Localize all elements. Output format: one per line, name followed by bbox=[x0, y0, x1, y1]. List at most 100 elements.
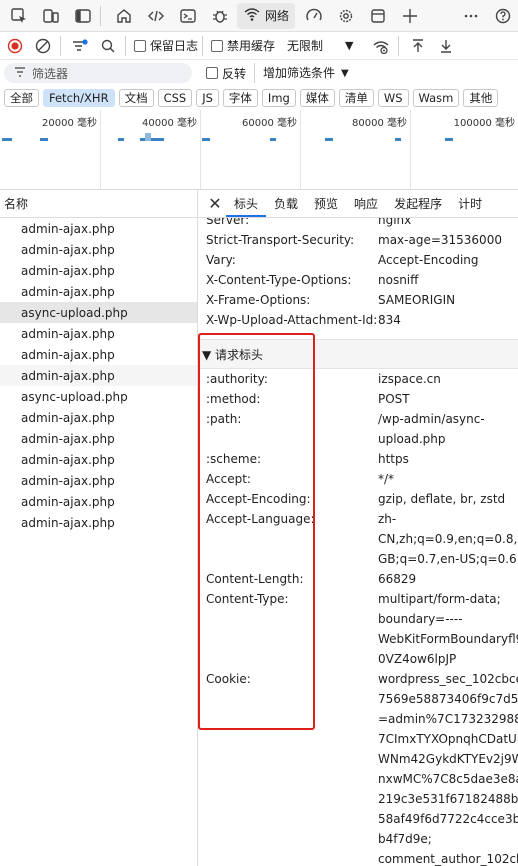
header-name: Cookie: bbox=[206, 672, 251, 686]
request-row[interactable]: admin-ajax.php bbox=[0, 512, 197, 533]
request-row[interactable]: admin-ajax.php bbox=[0, 239, 197, 260]
network-icon bbox=[243, 5, 261, 26]
upload-icon[interactable] bbox=[405, 33, 431, 59]
filter-input[interactable]: 筛选器 bbox=[4, 63, 192, 83]
record-icon[interactable] bbox=[2, 33, 28, 59]
preserve-log-checkbox[interactable]: 保留日志 bbox=[134, 37, 198, 54]
details-tab[interactable]: 响应 bbox=[346, 195, 386, 217]
details-tab[interactable]: 标头 bbox=[226, 195, 267, 217]
type-chip[interactable]: CSS bbox=[157, 89, 193, 107]
request-row[interactable]: admin-ajax.php bbox=[0, 260, 197, 281]
checkbox-box[interactable] bbox=[211, 39, 224, 52]
header-value: 219c3e531f67182488b1d4 bbox=[378, 792, 518, 806]
toolbar-divider bbox=[254, 63, 256, 83]
request-row[interactable]: async-upload.php bbox=[0, 386, 197, 407]
request-row[interactable]: admin-ajax.php bbox=[0, 323, 197, 344]
request-row[interactable]: admin-ajax.php bbox=[0, 470, 197, 491]
header-value: 58af49f6d7722c4cce3b38c bbox=[378, 812, 518, 826]
details-tab[interactable]: 计时 bbox=[450, 195, 490, 217]
chevron-down-icon[interactable]: ▼ bbox=[345, 39, 353, 52]
network-conditions-icon[interactable] bbox=[368, 33, 394, 59]
request-timing-mark bbox=[154, 138, 164, 141]
request-row[interactable]: admin-ajax.php bbox=[0, 491, 197, 512]
request-row[interactable]: admin-ajax.php bbox=[0, 281, 197, 302]
type-chip[interactable]: WS bbox=[377, 89, 409, 107]
console-icon[interactable] bbox=[175, 3, 201, 29]
type-chip[interactable]: 字体 bbox=[222, 89, 258, 107]
timeline-gridline bbox=[100, 110, 101, 190]
timeline-tick-label: 80000 毫秒 bbox=[352, 118, 407, 129]
more-filters-dropdown[interactable]: 增加筛选条件 bbox=[263, 63, 335, 83]
elements-icon[interactable] bbox=[143, 3, 169, 29]
type-chip[interactable]: 清单 bbox=[338, 89, 374, 107]
filter-options-icon[interactable] bbox=[67, 33, 93, 59]
details-tab[interactable]: 负载 bbox=[266, 195, 306, 217]
timeline-gridline bbox=[200, 110, 201, 190]
type-chip[interactable]: JS bbox=[196, 89, 219, 107]
timeline-overview[interactable]: 20000 毫秒 40000 毫秒 60000 毫秒 80000 毫秒 100000 毫… bbox=[0, 110, 518, 190]
download-icon[interactable] bbox=[433, 33, 459, 59]
request-row[interactable]: admin-ajax.php bbox=[0, 449, 197, 470]
settings-icon[interactable] bbox=[333, 3, 359, 29]
header-value: 7569e58873406f9c7d573b bbox=[378, 692, 518, 706]
type-chip[interactable]: 其他 bbox=[463, 89, 499, 107]
sidebar-icon[interactable] bbox=[70, 3, 96, 29]
close-icon[interactable]: ✕ bbox=[204, 190, 226, 217]
search-icon[interactable] bbox=[95, 33, 121, 59]
timeline-tick-label: 60000 毫秒 bbox=[242, 118, 297, 129]
request-timing-mark bbox=[325, 138, 333, 141]
request-details-panel: ✕ 标头 负载 预览 响应 发起程序 计时 Server: nginx Strict-Tran… bbox=[198, 190, 518, 866]
request-row[interactable]: admin-ajax.php bbox=[0, 428, 197, 449]
type-chip[interactable]: 文档 bbox=[118, 89, 154, 107]
header-value: comment_author_102cbce bbox=[378, 852, 518, 866]
invert-checkbox[interactable]: 反转 bbox=[206, 65, 246, 82]
inspect-icon[interactable] bbox=[6, 3, 32, 29]
name-column-header[interactable]: 名称 bbox=[0, 190, 197, 218]
disable-cache-checkbox[interactable]: 禁用缓存 bbox=[211, 37, 275, 54]
type-chip[interactable]: 全部 bbox=[4, 89, 39, 107]
type-chip[interactable]: Img bbox=[261, 89, 296, 107]
application-icon[interactable] bbox=[365, 3, 391, 29]
checkbox-box[interactable] bbox=[206, 67, 218, 79]
bug-icon[interactable] bbox=[207, 3, 233, 29]
request-row[interactable]: admin-ajax.php bbox=[0, 407, 197, 428]
device-icon[interactable] bbox=[38, 3, 64, 29]
request-row[interactable]: async-upload.php bbox=[0, 302, 197, 323]
add-icon[interactable] bbox=[397, 3, 423, 29]
clear-icon[interactable] bbox=[30, 33, 56, 59]
invert-label: 反转 bbox=[222, 66, 247, 81]
header-value: /wp-admin/async- bbox=[378, 412, 485, 426]
toolbar-divider bbox=[397, 35, 399, 56]
header-value: boundary=---- bbox=[378, 612, 463, 626]
more-icon[interactable] bbox=[458, 3, 484, 29]
header-value: upload.php bbox=[378, 432, 446, 446]
header-name: Accept-Language: bbox=[206, 512, 315, 526]
header-value: https bbox=[378, 452, 409, 466]
throttle-select[interactable]: 无限制 bbox=[287, 36, 323, 56]
details-tab[interactable]: 预览 bbox=[306, 195, 346, 217]
type-chip[interactable]: 媒体 bbox=[299, 89, 335, 107]
type-chip[interactable]: Wasm bbox=[412, 89, 460, 107]
header-name: Content-Length: bbox=[206, 572, 304, 586]
request-row[interactable]: admin-ajax.php bbox=[0, 344, 197, 365]
filter-bar: 筛选器 反转 增加筛选条件 ▼ bbox=[0, 60, 518, 86]
header-name: Strict-Transport-Security: bbox=[206, 233, 355, 247]
request-row[interactable]: admin-ajax.php bbox=[0, 218, 197, 239]
type-chip[interactable]: Fetch/XHR bbox=[43, 89, 115, 107]
header-value: 0VZ4ow6lpJP bbox=[378, 652, 457, 666]
home-icon[interactable] bbox=[111, 3, 137, 29]
request-timing-mark bbox=[145, 133, 151, 141]
tab-network[interactable]: 网络 bbox=[237, 2, 296, 29]
checkbox-box[interactable] bbox=[134, 39, 146, 52]
header-value: POST bbox=[378, 392, 410, 406]
help-icon[interactable] bbox=[490, 3, 516, 29]
timeline-gridline bbox=[300, 110, 301, 190]
chevron-down-icon[interactable]: ▼ bbox=[341, 68, 349, 79]
performance-icon[interactable] bbox=[301, 3, 327, 29]
details-tab[interactable]: 发起程序 bbox=[386, 195, 450, 217]
header-name: :path: bbox=[206, 412, 242, 426]
request-row[interactable]: admin-ajax.php bbox=[0, 365, 197, 386]
request-timing-mark bbox=[202, 138, 210, 141]
timeline-gridline bbox=[410, 110, 411, 190]
request-headers-section[interactable]: ▼ 请求标头 bbox=[198, 339, 518, 369]
